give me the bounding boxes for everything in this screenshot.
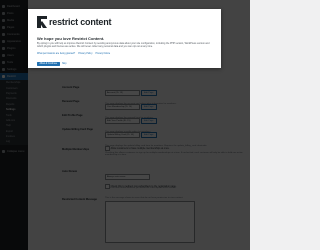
modal-body-text: By opting in you will help us improve Re… [37, 42, 210, 49]
privacy-notice-link[interactable]: Privacy Notice [95, 53, 110, 55]
optin-modal: restrict content We hope you love Restri… [28, 9, 221, 68]
restrict-content-logo: restrict content [37, 16, 112, 28]
logo-text: restrict content [49, 17, 112, 27]
logo-mark-icon [37, 16, 47, 28]
permissions-link[interactable]: What permissions are being granted? [37, 53, 75, 55]
privacy-policy-link[interactable]: Privacy Policy [78, 53, 92, 55]
allow-continue-button[interactable]: Allow & Continue [37, 62, 60, 66]
modal-links: What permissions are being granted? Priv… [37, 53, 110, 55]
modal-title: We hope you love Restrict Content. [37, 36, 105, 41]
skip-button[interactable]: Skip [62, 62, 66, 66]
